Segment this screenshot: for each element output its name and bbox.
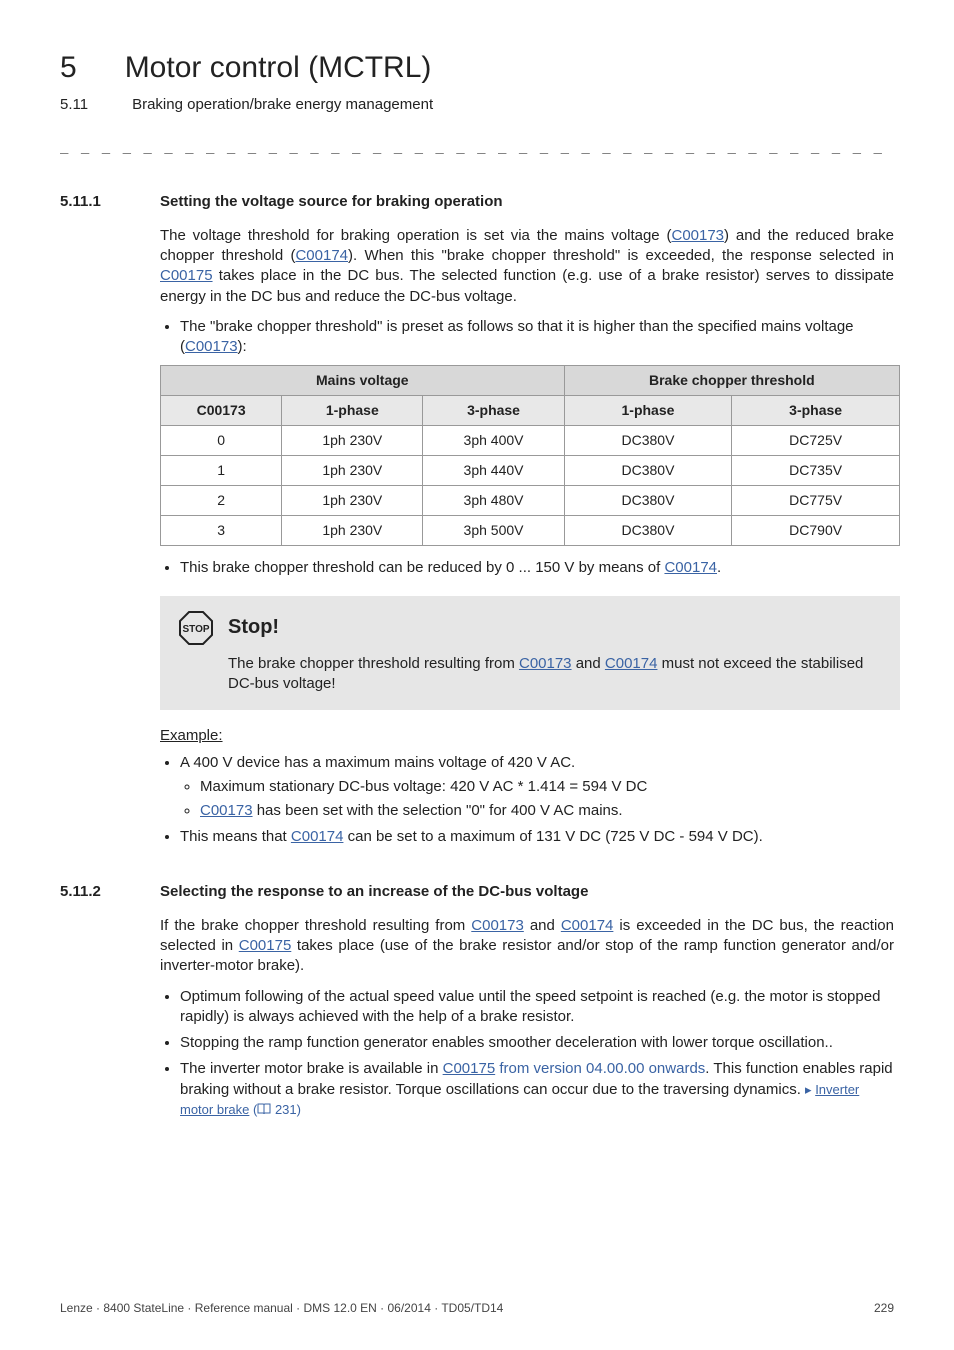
list-item: Stopping the ramp function generator ena… xyxy=(180,1033,894,1053)
link-c00174[interactable]: C00174 xyxy=(605,655,658,672)
table-row: 1 1ph 230V 3ph 440V DC380V DC735V xyxy=(161,456,900,486)
list-item: This brake chopper threshold can be redu… xyxy=(180,558,894,578)
bullet-list: This brake chopper threshold can be redu… xyxy=(160,558,894,578)
link-c00173[interactable]: C00173 xyxy=(200,802,253,819)
table-header: 1-phase xyxy=(564,396,732,426)
example-heading: Example: xyxy=(160,726,894,746)
link-c00173[interactable]: C00173 xyxy=(185,338,238,355)
paragraph: The voltage threshold for braking operat… xyxy=(160,226,894,307)
link-c00173[interactable]: C00173 xyxy=(671,227,724,244)
table-row: 0 1ph 230V 3ph 400V DC380V DC725V xyxy=(161,426,900,456)
list-item: A 400 V device has a maximum mains volta… xyxy=(180,753,894,822)
paragraph: If the brake chopper threshold resulting… xyxy=(160,916,894,977)
stop-text: The brake chopper threshold resulting fr… xyxy=(228,654,882,695)
stop-callout: STOP Stop! The brake chopper threshold r… xyxy=(160,596,900,711)
footer-text: Lenze · 8400 StateLine · Reference manua… xyxy=(60,1300,503,1316)
link-c00173[interactable]: C00173 xyxy=(519,655,572,672)
section-title: Braking operation/brake energy managemen… xyxy=(132,95,433,115)
subsection-number: 5.11.1 xyxy=(60,192,130,212)
list-item: The "brake chopper threshold" is preset … xyxy=(180,317,894,358)
section-number: 5.11 xyxy=(60,95,88,115)
chapter-number: 5 xyxy=(60,48,77,89)
link-c00174[interactable]: C00174 xyxy=(561,917,614,934)
link-c00174[interactable]: C00174 xyxy=(295,247,348,264)
subsection-number: 5.11.2 xyxy=(60,882,130,902)
bullet-list: A 400 V device has a maximum mains volta… xyxy=(160,753,894,848)
link-c00174[interactable]: C00174 xyxy=(291,828,344,845)
list-item: Maximum stationary DC-bus voltage: 420 V… xyxy=(200,777,894,797)
subsection-title: Setting the voltage source for braking o… xyxy=(160,192,503,212)
subsection-title: Selecting the response to an increase of… xyxy=(160,882,588,902)
list-item: Optimum following of the actual speed va… xyxy=(180,987,894,1028)
table-header: Mains voltage xyxy=(161,366,565,396)
threshold-table: Mains voltage Brake chopper threshold C0… xyxy=(160,365,900,545)
stop-title: Stop! xyxy=(228,614,279,641)
svg-text:STOP: STOP xyxy=(182,624,209,635)
page-number: 229 xyxy=(874,1300,894,1316)
chapter-title: Motor control (MCTRL) xyxy=(125,48,432,89)
bullet-list: The "brake chopper threshold" is preset … xyxy=(160,317,894,358)
separator: _ _ _ _ _ _ _ _ _ _ _ _ _ _ _ _ _ _ _ _ … xyxy=(60,137,894,156)
table-header: Brake chopper threshold xyxy=(564,366,899,396)
table-header: C00173 xyxy=(161,396,282,426)
list-item: This means that C00174 can be set to a m… xyxy=(180,827,894,847)
table-row: 3 1ph 230V 3ph 500V DC380V DC790V xyxy=(161,515,900,545)
link-c00175[interactable]: C00175 xyxy=(239,937,292,954)
link-c00175[interactable]: C00175 xyxy=(443,1060,496,1077)
table-header: 3-phase xyxy=(423,396,564,426)
stop-icon: STOP xyxy=(178,610,214,646)
table-header: 3-phase xyxy=(732,396,900,426)
link-c00173[interactable]: C00173 xyxy=(471,917,524,934)
link-c00174[interactable]: C00174 xyxy=(664,559,717,576)
link-c00175[interactable]: C00175 xyxy=(160,267,213,284)
version-note: from version 04.00.00 onwards xyxy=(499,1060,705,1077)
table-header: 1-phase xyxy=(282,396,423,426)
bullet-list: Optimum following of the actual speed va… xyxy=(160,987,894,1121)
book-icon xyxy=(257,1103,271,1115)
table-row: 2 1ph 230V 3ph 480V DC380V DC775V xyxy=(161,485,900,515)
list-item: The inverter motor brake is available in… xyxy=(180,1059,894,1120)
list-item: C00173 has been set with the selection "… xyxy=(200,801,894,821)
